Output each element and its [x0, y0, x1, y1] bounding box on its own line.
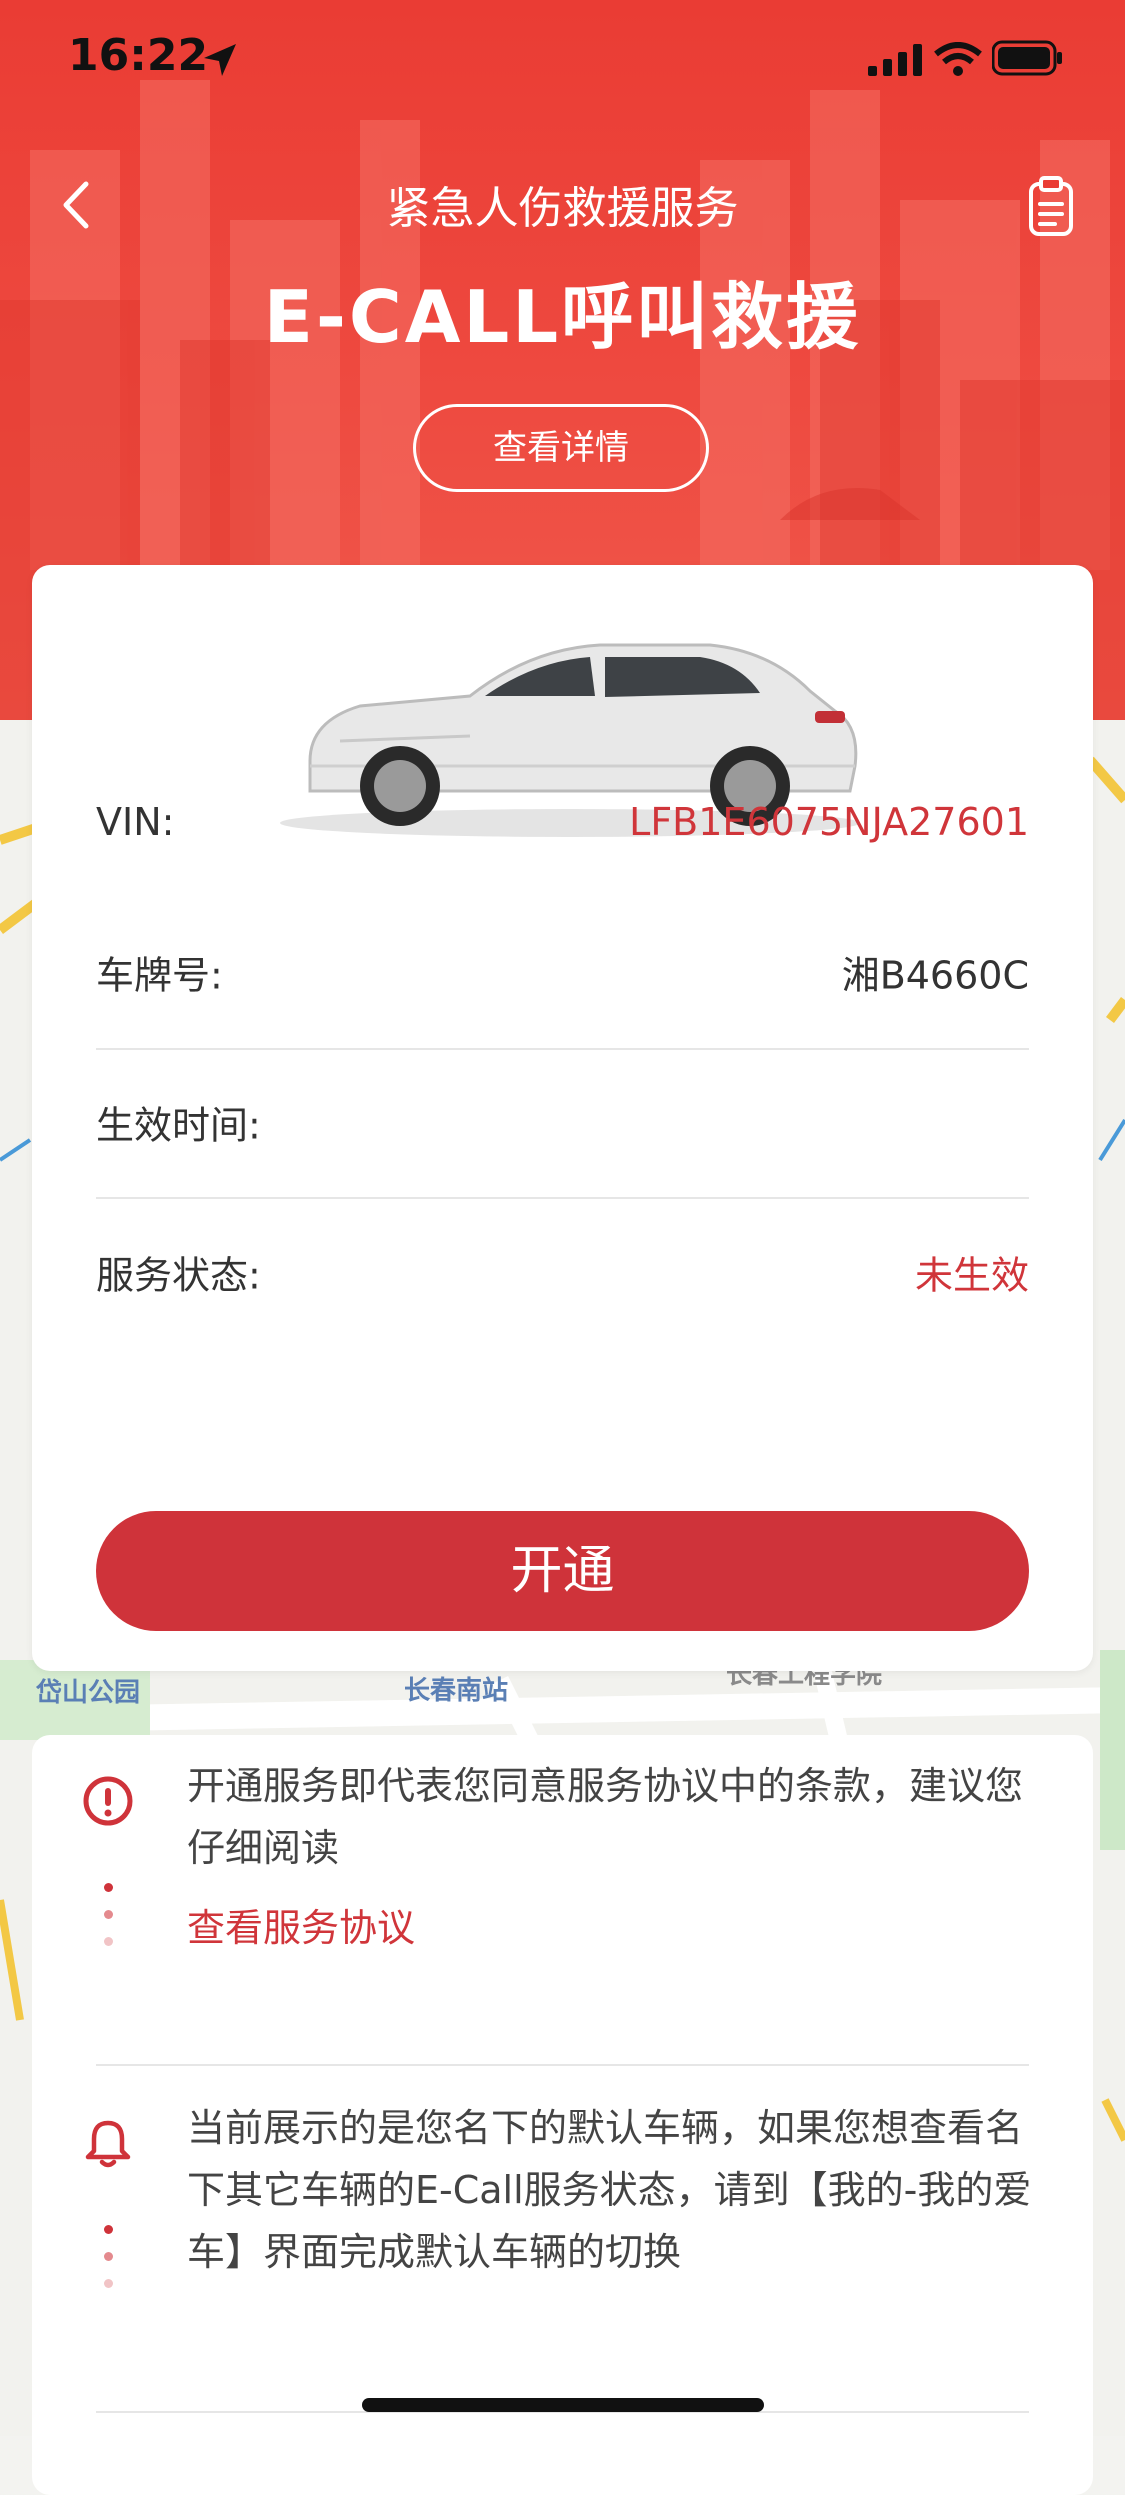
timeline-dots [102, 1883, 114, 1964]
clipboard-icon[interactable] [1021, 172, 1081, 242]
signal-icon [868, 44, 922, 76]
alert-circle-icon [83, 1776, 133, 1826]
status-bar: 16:22 [0, 0, 1125, 120]
home-indicator[interactable] [362, 2398, 764, 2412]
notice-card: 开通服务即代表您同意服务协议中的条款，建议您仔细阅读 查看服务协议 当前展示的是… [32, 1735, 1093, 2495]
effective-time-label: 生效时间: [96, 1103, 261, 1148]
map-label-station: 长春南站 [404, 1676, 509, 1706]
vin-row: VIN: LFB1E6075NJA27601 [96, 747, 1029, 897]
battery-icon [992, 40, 1062, 76]
page-title: 紧急人伤救援服务 [386, 183, 739, 234]
status-time: 16:22 [68, 30, 209, 81]
effective-time-row: 生效时间: [96, 1047, 1029, 1197]
bell-icon [85, 2120, 131, 2168]
timeline-dots [102, 2225, 114, 2306]
hero-title: E-CALL呼叫救援 [263, 275, 862, 359]
view-agreement-link[interactable]: 查看服务协议 [187, 1897, 415, 1952]
vehicle-card: VIN: LFB1E6075NJA27601 车牌号: 湘B4660C 生效时间… [32, 565, 1093, 1671]
wifi-icon [934, 42, 982, 76]
agreement-notice-text: 开通服务即代表您同意服务协议中的条款，建议您仔细阅读 [187, 1764, 1024, 1870]
location-arrow-icon [204, 44, 236, 76]
service-status-value: 未生效 [914, 1253, 1029, 1298]
view-details-button[interactable]: 查看详情 [413, 404, 709, 492]
plate-row: 车牌号: 湘B4660C [96, 897, 1029, 1047]
plate-label: 车牌号: [96, 953, 223, 998]
divider [96, 2064, 1029, 2066]
plate-value: 湘B4660C [841, 953, 1029, 998]
default-vehicle-notice-text: 当前展示的是您名下的默认车辆，如果您想查看名下其它车辆的E-Call服务状态，请… [187, 2106, 1032, 2274]
service-status-label: 服务状态: [96, 1253, 261, 1298]
vin-value: LFB1E6075NJA27601 [629, 800, 1029, 844]
map-label-park: 岱山公园 [36, 1678, 141, 1708]
vin-label: VIN: [96, 800, 175, 844]
service-status-row: 服务状态: 未生效 [96, 1197, 1029, 1347]
activate-button[interactable]: 开通 [96, 1511, 1029, 1631]
